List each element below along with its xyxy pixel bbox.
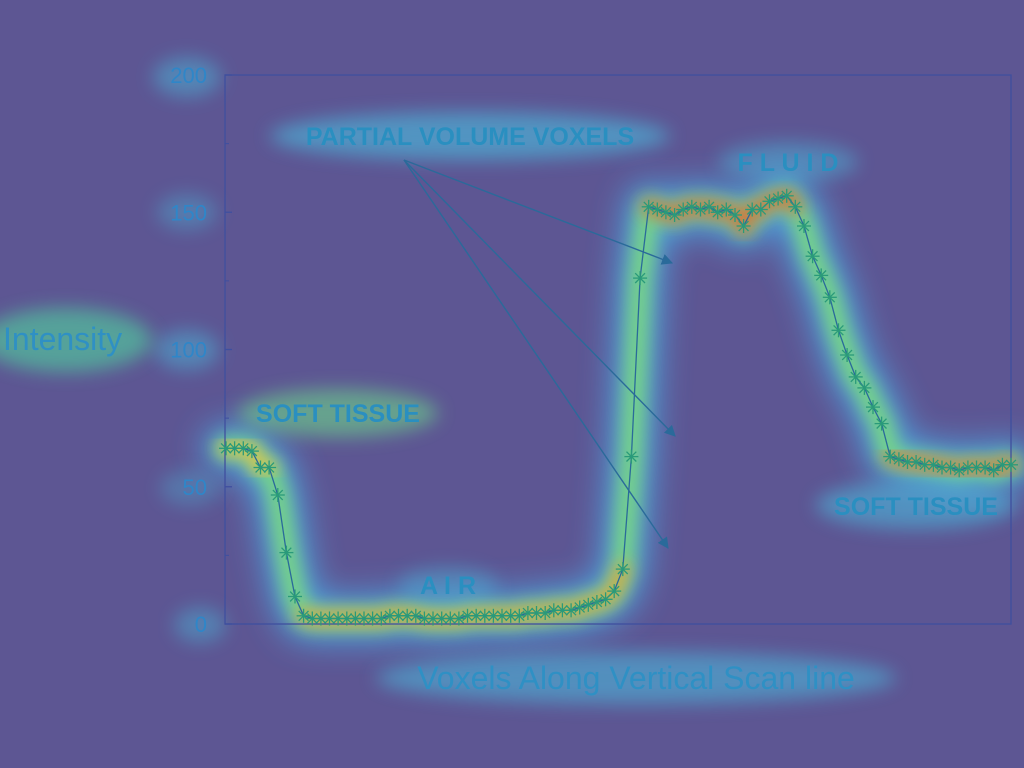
y-tick-label: 0: [195, 612, 207, 637]
data-point: [288, 589, 302, 604]
data-point: [270, 488, 285, 502]
annotation-fluid: F L U I D: [738, 149, 839, 177]
data-point: [693, 202, 708, 217]
chart-svg: 0 50 100 150 200 Intensity Voxels Along Vert…: [0, 57, 1024, 704]
data-point: [1004, 457, 1018, 472]
y-axis-ticks: 0 50 100 150 200: [170, 63, 232, 637]
chart-stage: 0 50 100 150 200 Intensity Voxels Along Vert…: [0, 0, 1024, 768]
annotation-soft-tissue-right: SOFT TISSUE: [834, 493, 998, 521]
annotation-soft-tissue-left: SOFT TISSUE: [256, 400, 420, 428]
data-point: [374, 611, 389, 626]
y-tick-label: 200: [170, 63, 207, 88]
data-point: [866, 400, 880, 415]
annotation-air: A I R: [420, 572, 476, 600]
attention-glow: [0, 57, 1024, 704]
y-tick-label: 50: [183, 475, 207, 500]
annotation-partial-volume-voxels: PARTIAL VOLUME VOXELS: [306, 123, 634, 151]
y-axis-label: Intensity: [3, 321, 122, 357]
data-point: [728, 208, 742, 222]
data-point: [797, 219, 811, 233]
x-axis-label: Voxels Along Vertical Scan line: [417, 660, 855, 696]
data-point: [244, 444, 259, 459]
data-point: [451, 611, 466, 626]
y-tick-label: 100: [170, 338, 207, 363]
data-point: [262, 460, 277, 475]
data-point: [831, 323, 846, 338]
y-tick-label: 150: [170, 200, 207, 225]
